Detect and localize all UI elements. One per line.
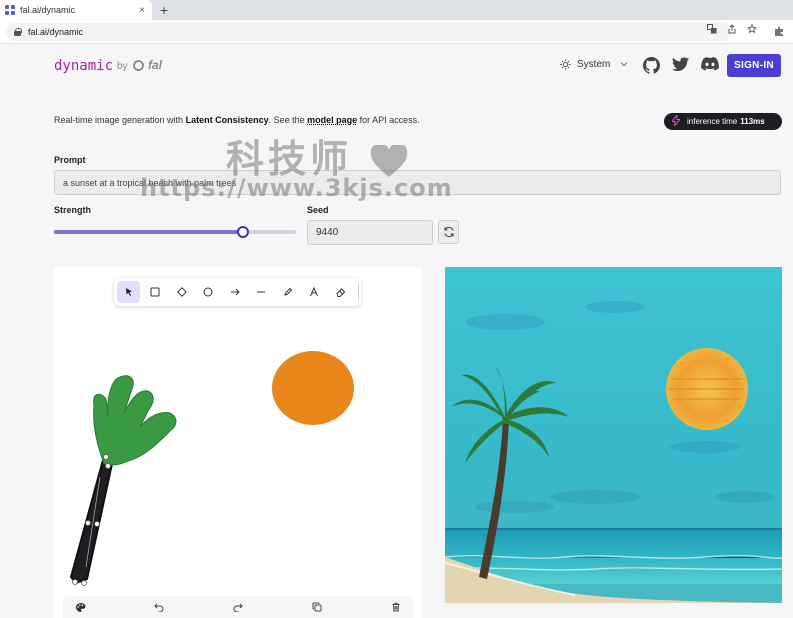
- seed-input[interactable]: [307, 220, 433, 245]
- tab-title: fal.ai/dynamic: [20, 5, 76, 15]
- sun-icon: [560, 59, 571, 70]
- palette-icon: [75, 602, 85, 612]
- canvas-bottom-bar: [63, 596, 413, 618]
- inference-time-badge: inference time 113ms: [664, 113, 782, 130]
- github-icon[interactable]: [643, 57, 660, 74]
- pencil-icon: [283, 287, 292, 296]
- select-tool-button[interactable]: [117, 281, 140, 303]
- toolbar-divider: [357, 284, 359, 300]
- theme-selector[interactable]: System: [560, 59, 628, 70]
- sign-in-button[interactable]: SIGN-IN: [727, 54, 781, 77]
- url-text: fal.ai/dynamic: [28, 27, 84, 37]
- rectangle-icon: [150, 287, 160, 297]
- diamond-icon: [176, 287, 187, 297]
- twitter-icon[interactable]: [672, 57, 689, 72]
- delete-button[interactable]: [389, 600, 403, 614]
- inference-value: 113ms: [740, 117, 765, 126]
- line-tool-button[interactable]: [250, 281, 273, 303]
- refresh-icon: [443, 226, 454, 238]
- arrow-tool-button[interactable]: [223, 281, 246, 303]
- trash-icon: [392, 602, 400, 612]
- slider-fill: [54, 230, 243, 234]
- new-tab-icon[interactable]: +: [160, 2, 168, 18]
- tab-close-icon[interactable]: ×: [136, 5, 148, 16]
- palette-button[interactable]: [73, 600, 87, 614]
- ellipse-icon: [203, 287, 213, 297]
- seed-label: Seed: [307, 205, 329, 215]
- sketch-sun: [272, 351, 354, 425]
- duplicate-icon: [312, 602, 322, 612]
- desc-prefix: Real-time image generation with: [54, 115, 186, 125]
- fal-logo-text: fal: [148, 58, 163, 72]
- pencil-tool-button[interactable]: [276, 281, 299, 303]
- sketch-drawing: [69, 351, 354, 586]
- discord-icon[interactable]: [701, 57, 719, 71]
- fal-favicon-icon: [5, 5, 15, 15]
- eraser-icon: [335, 288, 345, 297]
- bookmark-star-icon[interactable]: [746, 23, 758, 37]
- arrow-icon: [230, 288, 240, 296]
- desc-model-name: Latent Consistency: [185, 115, 269, 125]
- text-icon: [310, 287, 318, 297]
- slider-thumb[interactable]: [236, 226, 249, 238]
- strength-slider[interactable]: [54, 226, 296, 238]
- ellipse-tool-button[interactable]: [197, 281, 220, 303]
- theme-label: System: [577, 59, 611, 70]
- model-page-link[interactable]: model page: [307, 115, 357, 125]
- address-bar: fal.ai/dynamic: [0, 20, 793, 44]
- by-text: by: [117, 61, 128, 72]
- rectangle-tool-button[interactable]: [144, 281, 167, 303]
- undo-button[interactable]: [152, 600, 166, 614]
- prompt-label: Prompt: [54, 155, 86, 165]
- chevron-down-icon: [620, 60, 628, 69]
- lightning-icon: [670, 113, 682, 129]
- redo-icon: [233, 603, 243, 612]
- undo-icon: [154, 603, 164, 612]
- dynamic-logo[interactable]: dynamic: [54, 58, 113, 74]
- drawing-toolbar: [114, 278, 361, 306]
- lock-icon: [14, 28, 22, 36]
- sketch-trunk: [69, 458, 114, 585]
- desc-mid: . See the: [268, 115, 308, 125]
- browser-tab[interactable]: fal.ai/dynamic ×: [0, 0, 152, 20]
- eraser-tool-button[interactable]: [329, 281, 352, 303]
- browser-tab-strip: fal.ai/dynamic × +: [0, 0, 793, 20]
- share-icon[interactable]: [727, 24, 737, 37]
- desc-suffix: for API access.: [357, 115, 420, 125]
- drawing-canvas[interactable]: [54, 267, 422, 618]
- inference-label: inference time: [687, 117, 738, 126]
- app-header: dynamic by fal System SIGN-IN: [0, 44, 793, 94]
- strength-label: Strength: [54, 205, 91, 215]
- redo-button[interactable]: [231, 600, 245, 614]
- url-field[interactable]: fal.ai/dynamic: [6, 23, 731, 41]
- generated-image: [445, 267, 782, 603]
- watermark-url: https://www.3kjs.com: [140, 174, 453, 202]
- fal-logo-icon: [133, 60, 144, 71]
- duplicate-button[interactable]: [310, 600, 324, 614]
- description-text: Real-time image generation with Latent C…: [54, 115, 420, 125]
- generated-beach-sunset: [445, 267, 782, 603]
- randomize-seed-button[interactable]: [438, 220, 459, 244]
- sketch-leaves: [93, 375, 177, 466]
- translate-icon[interactable]: [707, 24, 717, 37]
- diamond-tool-button[interactable]: [170, 281, 193, 303]
- select-icon: [125, 288, 132, 296]
- extensions-puzzle-icon[interactable]: [774, 26, 785, 40]
- text-tool-button[interactable]: [303, 281, 326, 303]
- line-icon: [257, 291, 265, 293]
